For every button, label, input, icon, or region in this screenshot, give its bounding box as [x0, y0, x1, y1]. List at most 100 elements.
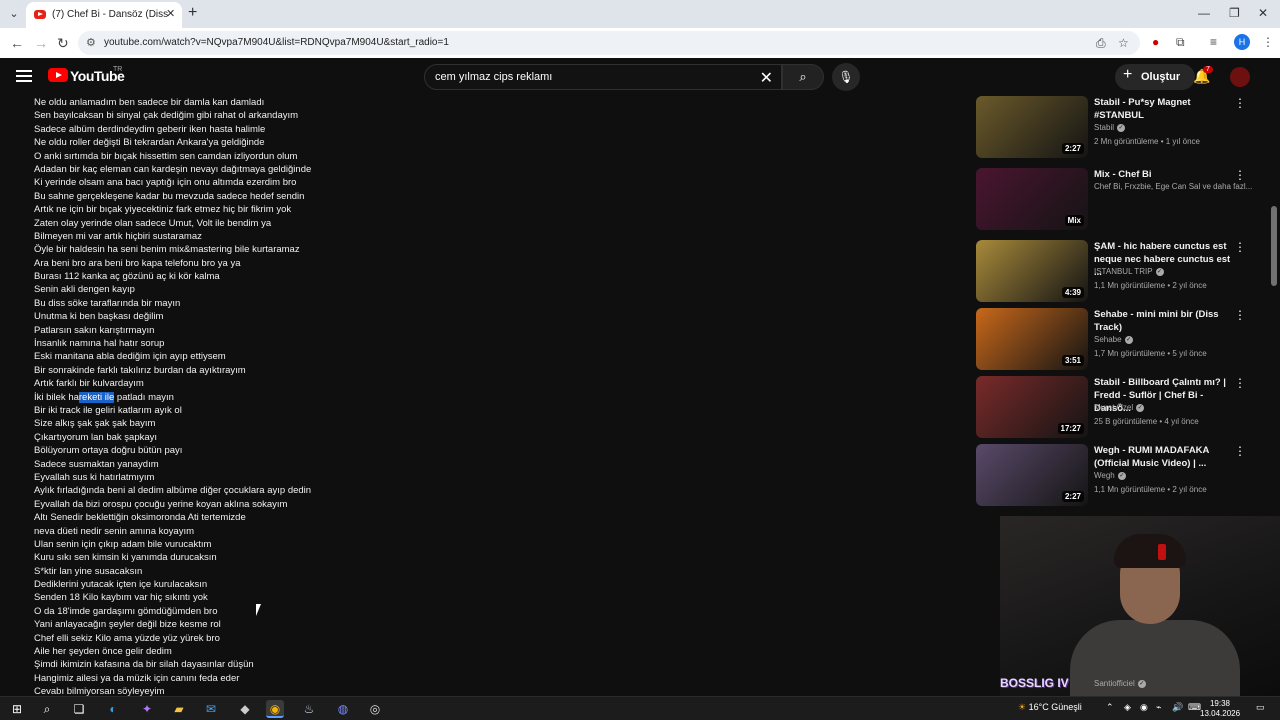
lyric-line: S*ktir lan yine susacaksın: [34, 565, 143, 577]
hamburger-menu-icon[interactable]: [16, 70, 32, 82]
chrome-icon[interactable]: ◉: [266, 700, 284, 718]
recommended-video[interactable]: Mix Mix - Chef Bi Chef Bi, Frxzbie, Ege Ca…: [976, 168, 1256, 232]
video-duration: Mix: [1064, 215, 1084, 226]
copilot-icon[interactable]: ✦: [138, 700, 156, 718]
tab-close-icon[interactable]: ✕: [166, 7, 175, 20]
video-thumbnail[interactable]: 2:27: [976, 444, 1088, 506]
video-meta: 1,7 Mn görüntüleme • 5 yıl önce: [1094, 349, 1207, 358]
tray-icon-2[interactable]: ◉: [1140, 702, 1148, 713]
lyric-line: Ulan senin için çıkıp adam bile vurucakt…: [34, 538, 212, 550]
site-info-icon[interactable]: ⚙: [86, 36, 96, 49]
restore-icon[interactable]: ❐: [1229, 6, 1240, 20]
volume-icon[interactable]: 🔊: [1172, 702, 1183, 713]
video-thumbnail[interactable]: 17:27: [976, 376, 1088, 438]
create-button[interactable]: + Oluştur: [1115, 64, 1195, 90]
address-bar[interactable]: ⚙ youtube.com/watch?v=NQvpa7M904U&list=R…: [78, 31, 1140, 55]
video-thumbnail[interactable]: 3:51: [976, 308, 1088, 370]
video-meta: 2 Mn görüntüleme • 1 yıl önce: [1094, 137, 1200, 146]
lyric-line: Eyvallah da bizi orospu çocuğu yerine ko…: [34, 498, 288, 510]
video-thumbnail[interactable]: 2:27: [976, 96, 1088, 158]
headset-light: [1158, 544, 1166, 560]
lyric-line: Çıkartıyorum lan bak şapkayı: [34, 431, 158, 443]
bookmark-star-icon[interactable]: ☆: [1118, 36, 1129, 50]
video-menu-icon[interactable]: ⋮: [1234, 240, 1246, 254]
verified-icon: ✓: [1117, 471, 1126, 480]
notification-center-icon[interactable]: ▭: [1256, 702, 1265, 713]
tray-overflow-icon[interactable]: ⌃: [1106, 702, 1114, 713]
reload-icon[interactable]: ↻: [57, 35, 69, 52]
edge-icon[interactable]: ◐: [104, 700, 122, 718]
lyric-line: Altı Senedir beklettiğin oksimoronda Ati…: [34, 512, 246, 524]
tray-icon-1[interactable]: ◈: [1124, 702, 1131, 713]
install-app-icon[interactable]: ⎙: [1096, 36, 1106, 51]
app-icon[interactable]: ◆: [236, 700, 254, 718]
profile-avatar[interactable]: H: [1234, 34, 1250, 50]
window-close-icon[interactable]: ✕: [1258, 6, 1268, 20]
video-menu-icon[interactable]: ⋮: [1234, 96, 1246, 110]
lyric-line: neva düeti nedir senin amına koyayım: [34, 525, 195, 537]
taskbar-search-icon[interactable]: ⌕: [38, 700, 56, 718]
channel-name[interactable]: Chef Bi, Frxzbie, Ege Can Sal ve daha fa…: [1094, 182, 1252, 191]
browser-tab[interactable]: (7) Chef Bi - Dansöz (Diss Stabil) ✕: [26, 2, 182, 28]
scrollbar-thumb[interactable]: [1271, 206, 1277, 286]
channel-name[interactable]: Murat Özel ✓: [1094, 403, 1145, 412]
channel-name[interactable]: ISTANBUL TRIP ✓: [1094, 267, 1164, 276]
voice-search-button[interactable]: 🎙: [832, 63, 860, 91]
video-thumbnail[interactable]: 4:39: [976, 240, 1088, 302]
extension-icon[interactable]: ●: [1152, 35, 1159, 49]
file-explorer-icon[interactable]: ▰: [170, 700, 188, 718]
discord-icon[interactable]: ◍: [334, 700, 352, 718]
channel-name[interactable]: Sehabe ✓: [1094, 335, 1133, 344]
channel-name[interactable]: Wegh ✓: [1094, 471, 1126, 480]
channel-name[interactable]: Stabil ✓: [1094, 123, 1126, 132]
video-menu-icon[interactable]: ⋮: [1234, 376, 1246, 390]
lyric-line: Şimdi ikimizin kafasına da bir silah day…: [34, 659, 254, 671]
recommended-video[interactable]: 2:27 Wegh - RUMI MADAFAKA (Official Music…: [976, 444, 1256, 508]
url-text: youtube.com/watch?v=NQvpa7M904U&list=RDN…: [104, 37, 449, 48]
network-icon[interactable]: ⌁: [1156, 702, 1161, 713]
plus-icon: +: [1123, 66, 1133, 83]
video-title[interactable]: Sehabe - mini mini bir (Diss Track): [1094, 308, 1234, 334]
lyric-line: Ne oldu anlamadım ben sadece bir damla k…: [34, 97, 265, 108]
webcam-overlay: BOSSLIG IV: [1000, 516, 1280, 710]
task-view-icon[interactable]: ❏: [70, 700, 88, 718]
mail-icon[interactable]: ✉: [202, 700, 220, 718]
channel-name-below: Santiofficiel ✓: [1094, 679, 1146, 688]
video-thumbnail[interactable]: Mix: [976, 168, 1088, 230]
video-menu-icon[interactable]: ⋮: [1234, 168, 1246, 182]
minimize-icon[interactable]: —: [1198, 6, 1210, 20]
account-avatar[interactable]: [1230, 67, 1250, 87]
youtube-favicon-icon: [34, 10, 46, 19]
new-tab-icon[interactable]: +: [188, 4, 197, 22]
back-icon[interactable]: ←: [10, 35, 24, 51]
search-input[interactable]: cem yılmaz cips reklamı ✕: [424, 64, 782, 90]
obs-icon[interactable]: ◎: [366, 700, 384, 718]
lyric-line: İki bilek hareketi ile patladı mayın: [34, 391, 174, 403]
clear-search-icon[interactable]: ✕: [760, 68, 773, 88]
selected-text: reketi ile: [78, 391, 115, 403]
reading-list-icon[interactable]: ≡: [1210, 35, 1217, 49]
recommended-video[interactable]: 3:51 Sehabe - mini mini bir (Diss Track) S…: [976, 308, 1256, 372]
video-duration: 2:27: [1061, 143, 1084, 154]
taskbar-clock[interactable]: 19:38 13.04.2026: [1200, 699, 1240, 719]
video-title[interactable]: Stabil - Pu*sy Magnet #STANBUL: [1094, 96, 1234, 122]
video-title[interactable]: Wegh - RUMI MADAFAKA (Official Music Vid…: [1094, 444, 1234, 470]
extensions-puzzle-icon[interactable]: ⧉: [1176, 35, 1185, 50]
recommended-video[interactable]: 17:27 Stabil - Billboard Çalıntı mı? | Fr…: [976, 376, 1256, 440]
tab-search-icon[interactable]: ⌄: [6, 6, 22, 22]
video-description-lyrics: Ne oldu anlamadım ben sadece bir damla k…: [34, 96, 934, 696]
windows-start-icon[interactable]: ⊞: [8, 700, 26, 718]
browser-menu-icon[interactable]: ⋮: [1262, 35, 1274, 49]
recommended-video[interactable]: 4:39 ŞAM - hic habere cunctus est neque n…: [976, 240, 1256, 304]
weather-widget[interactable]: ☀ 16°C Güneşli: [1018, 702, 1082, 713]
video-title[interactable]: Mix - Chef Bi: [1094, 168, 1234, 181]
youtube-logo-icon[interactable]: [48, 68, 68, 82]
search-button[interactable]: ⌕: [782, 64, 824, 90]
lyric-line: Bir sonrakinde farklı takılırız burdan d…: [34, 364, 246, 376]
video-menu-icon[interactable]: ⋮: [1234, 444, 1246, 458]
steam-icon[interactable]: ♨: [300, 700, 318, 718]
forward-icon[interactable]: →: [34, 35, 48, 51]
video-menu-icon[interactable]: ⋮: [1234, 308, 1246, 322]
notification-badge: 7: [1203, 66, 1213, 73]
recommended-video[interactable]: 2:27 Stabil - Pu*sy Magnet #STANBUL Stabil…: [976, 96, 1256, 160]
